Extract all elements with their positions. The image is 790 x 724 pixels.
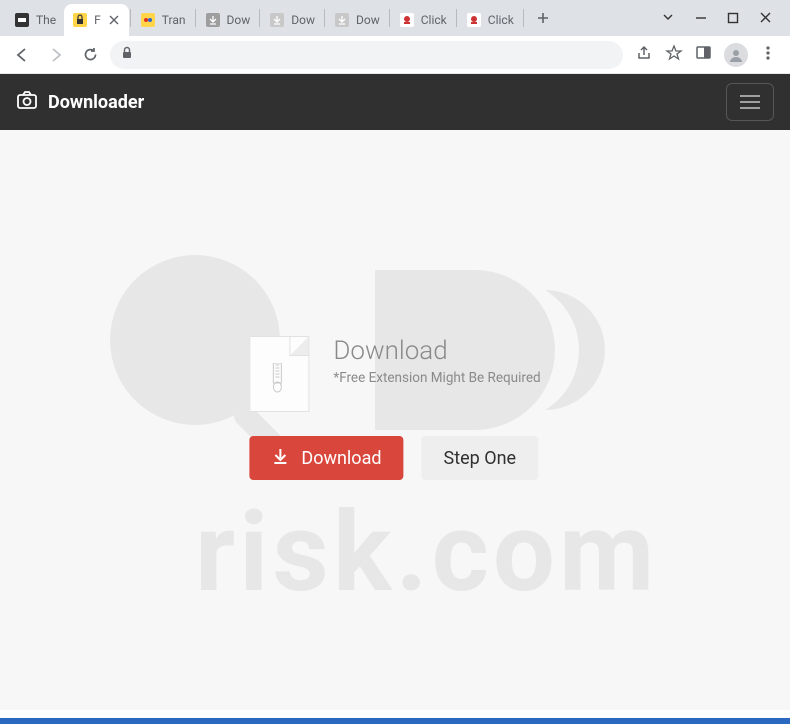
download-button-label: Download: [301, 448, 381, 469]
camera-icon: [16, 89, 38, 116]
browser-tab-strip: The F Tran Dow Dow Dow Click Click: [0, 0, 790, 36]
close-window-icon[interactable]: [759, 9, 772, 28]
browser-tab[interactable]: Tran: [132, 4, 194, 36]
chevron-down-icon[interactable]: [661, 9, 675, 28]
browser-tab[interactable]: Dow: [326, 4, 388, 36]
lock-icon: [120, 45, 134, 64]
new-tab-button[interactable]: [529, 4, 557, 32]
tab-title: Dow: [356, 13, 380, 27]
minimize-icon[interactable]: [695, 9, 707, 28]
browser-tab[interactable]: Dow: [197, 4, 259, 36]
browser-tab[interactable]: Click: [458, 4, 522, 36]
download-subtext: *Free Extension Might Be Required: [333, 370, 540, 386]
page-content: risk.com Download *Free Extension Might …: [0, 130, 790, 710]
forward-button[interactable]: [42, 41, 70, 69]
download-favicon-icon: [205, 12, 221, 28]
lock-favicon-icon: [72, 12, 88, 28]
close-tab-icon[interactable]: [107, 13, 121, 27]
tab-title: Dow: [227, 13, 251, 27]
tab-separator: [389, 9, 390, 27]
tab-separator: [195, 9, 196, 27]
svg-text:risk.com: risk.com: [195, 488, 658, 617]
brand-title: Downloader: [48, 92, 144, 113]
kebab-menu-icon[interactable]: [760, 45, 776, 65]
browser-tab[interactable]: Dow: [261, 4, 323, 36]
file-zip-icon: [249, 336, 309, 412]
side-panel-icon[interactable]: [695, 44, 712, 65]
back-button[interactable]: [8, 41, 36, 69]
bottom-border: [0, 718, 790, 724]
download-icon: [271, 447, 289, 470]
browser-tab[interactable]: The: [6, 4, 64, 36]
reload-button[interactable]: [76, 41, 104, 69]
tab-title: Tran: [162, 13, 186, 27]
favicon-icon: [399, 12, 415, 28]
favicon-icon: [466, 12, 482, 28]
browser-tab-active[interactable]: F: [64, 4, 129, 36]
address-bar[interactable]: [110, 41, 623, 69]
page-header: Downloader: [0, 74, 790, 130]
download-panel: Download *Free Extension Might Be Requir…: [249, 336, 540, 480]
tab-title: Click: [421, 13, 447, 27]
browser-tab[interactable]: Click: [391, 4, 455, 36]
download-heading: Download: [333, 336, 540, 366]
favicon-icon: [140, 12, 156, 28]
maximize-icon[interactable]: [727, 9, 739, 28]
download-favicon-icon: [269, 12, 285, 28]
tab-title: The: [36, 13, 56, 27]
brand: Downloader: [16, 89, 144, 116]
browser-toolbar: [0, 36, 790, 74]
bookmark-star-icon[interactable]: [665, 44, 683, 66]
download-button[interactable]: Download: [249, 436, 403, 480]
tab-title: Click: [488, 13, 514, 27]
tab-title: Dow: [291, 13, 315, 27]
tab-separator: [456, 9, 457, 27]
tab-separator: [130, 9, 131, 27]
tab-title: F: [94, 13, 101, 27]
hamburger-menu-button[interactable]: [726, 83, 774, 121]
favicon-icon: [14, 12, 30, 28]
window-controls: [661, 9, 784, 28]
download-favicon-icon: [334, 12, 350, 28]
tab-separator: [523, 9, 524, 27]
profile-avatar-icon[interactable]: [724, 43, 748, 67]
tab-separator: [324, 9, 325, 27]
tab-separator: [259, 9, 260, 27]
share-icon[interactable]: [635, 44, 653, 66]
step-one-button[interactable]: Step One: [422, 436, 539, 480]
hamburger-icon: [740, 95, 760, 109]
